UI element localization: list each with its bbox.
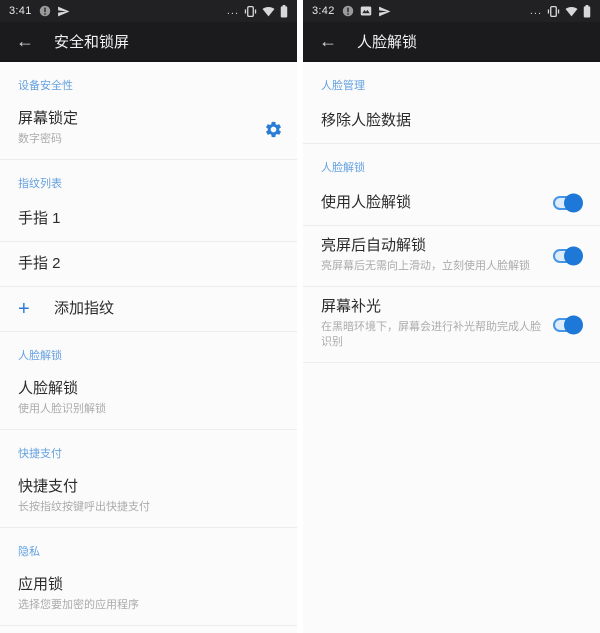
notification-circle-icon	[39, 5, 51, 17]
wifi-icon	[262, 6, 275, 17]
item-subtitle: 长按指纹按键呼出快捷支付	[18, 500, 283, 515]
item-subtitle: 选择您要加密的应用程序	[18, 598, 283, 613]
settings-item[interactable]: 使用人脸解锁	[303, 181, 600, 226]
settings-item[interactable]: 快捷支付长按指纹按键呼出快捷支付	[0, 467, 297, 528]
settings-item[interactable]: 人脸解锁使用人脸识别解锁	[0, 369, 297, 430]
item-title: 人脸解锁	[18, 379, 283, 399]
item-text: 亮屏后自动解锁亮屏幕后无需向上滑动，立刻使用人脸解锁	[321, 226, 545, 286]
toggle-track[interactable]	[553, 196, 582, 210]
item-title: 快捷支付	[18, 477, 283, 497]
section-header: 指纹列表	[0, 160, 297, 197]
item-title: 添加指纹	[54, 299, 283, 319]
section-header: 人脸管理	[303, 62, 600, 99]
item-text: 手指 1	[18, 197, 283, 241]
toggle-track[interactable]	[553, 249, 582, 263]
item-text: 屏幕锁定数字密码	[18, 99, 256, 159]
item-text: 人脸解锁使用人脸识别解锁	[18, 369, 283, 429]
plus-icon: +	[18, 299, 54, 319]
page-title: 安全和锁屏	[54, 31, 129, 52]
vibrate-icon	[547, 5, 560, 18]
item-title: 移除人脸数据	[321, 111, 586, 131]
section-header: 设备管理	[0, 626, 297, 633]
section-header: 人脸解锁	[303, 144, 600, 181]
settings-item[interactable]: 屏幕补光在黑暗环境下，屏幕会进行补光帮助完成人脸识别	[303, 287, 600, 363]
notification-icons	[342, 5, 391, 18]
clock-text: 3:41	[9, 5, 32, 17]
back-arrow-icon[interactable]: ←	[319, 31, 343, 52]
status-bar: 3:41 ...	[0, 0, 297, 22]
toggle-switch[interactable]	[553, 249, 586, 263]
vibrate-icon	[244, 5, 257, 18]
settings-item[interactable]: 亮屏后自动解锁亮屏幕后无需向上滑动，立刻使用人脸解锁	[303, 226, 600, 287]
send-icon	[378, 5, 391, 18]
item-text: 移除人脸数据	[321, 99, 586, 143]
item-title: 亮屏后自动解锁	[321, 236, 545, 256]
item-text: 快捷支付长按指纹按键呼出快捷支付	[18, 467, 283, 527]
section-header: 隐私	[0, 528, 297, 565]
send-icon	[57, 5, 70, 18]
back-arrow-icon[interactable]: ←	[16, 31, 40, 52]
toggle-thumb	[564, 194, 583, 213]
item-text: 屏幕补光在黑暗环境下，屏幕会进行补光帮助完成人脸识别	[321, 287, 545, 362]
notification-icons	[39, 5, 70, 18]
settings-item[interactable]: +添加指纹	[0, 287, 297, 332]
item-title: 屏幕补光	[321, 297, 545, 317]
ellipsis-icon: ...	[530, 7, 542, 15]
item-title: 使用人脸解锁	[321, 193, 545, 213]
screen-face-unlock: 3:42 ... ← 人脸解锁 人脸管理移除人脸数据人脸解锁使用人脸解锁亮屏后自…	[303, 0, 600, 633]
item-text: 应用锁选择您要加密的应用程序	[18, 565, 283, 625]
section-header: 快捷支付	[0, 430, 297, 467]
item-title: 屏幕锁定	[18, 109, 256, 129]
status-bar: 3:42 ...	[303, 0, 600, 22]
clock-text: 3:42	[312, 5, 335, 17]
toggle-thumb	[564, 315, 583, 334]
section-header: 人脸解锁	[0, 332, 297, 369]
screenshot-icon	[360, 5, 372, 17]
item-subtitle: 数字密码	[18, 132, 256, 147]
settings-list: 人脸管理移除人脸数据人脸解锁使用人脸解锁亮屏后自动解锁亮屏幕后无需向上滑动，立刻…	[303, 62, 600, 633]
two-screenshot-composite: 3:41 ... ← 安全和锁屏 设备安全性屏幕锁定数字密码指纹列表手指 1 手指…	[0, 0, 600, 633]
settings-item[interactable]: 应用锁选择您要加密的应用程序	[0, 565, 297, 626]
item-text: 添加指纹	[54, 287, 283, 331]
item-text: 使用人脸解锁	[321, 181, 545, 225]
notification-circle-icon	[342, 5, 354, 17]
section-header: 设备安全性	[0, 62, 297, 99]
system-status-icons: ...	[227, 5, 288, 18]
page-title: 人脸解锁	[357, 31, 417, 52]
wifi-icon	[565, 6, 578, 17]
item-title: 应用锁	[18, 575, 283, 595]
settings-item[interactable]: 手指 1	[0, 197, 297, 242]
toggle-switch[interactable]	[553, 318, 586, 332]
item-subtitle: 使用人脸识别解锁	[18, 402, 283, 417]
item-subtitle: 亮屏幕后无需向上滑动，立刻使用人脸解锁	[321, 259, 545, 274]
toggle-thumb	[564, 247, 583, 266]
settings-item[interactable]: 移除人脸数据	[303, 99, 600, 144]
screen-security-and-lockscreen: 3:41 ... ← 安全和锁屏 设备安全性屏幕锁定数字密码指纹列表手指 1 手指…	[0, 0, 297, 633]
settings-item[interactable]: 屏幕锁定数字密码	[0, 99, 297, 160]
app-bar: ← 人脸解锁	[303, 22, 600, 62]
toggle-track[interactable]	[553, 318, 582, 332]
settings-item[interactable]: 手指 2	[0, 242, 297, 287]
item-title: 手指 2	[18, 254, 283, 274]
system-status-icons: ...	[530, 5, 591, 18]
app-bar: ← 安全和锁屏	[0, 22, 297, 62]
battery-icon	[280, 5, 288, 18]
item-title: 手指 1	[18, 209, 283, 229]
item-text: 手指 2	[18, 242, 283, 286]
ellipsis-icon: ...	[227, 7, 239, 15]
settings-list: 设备安全性屏幕锁定数字密码指纹列表手指 1手指 2+添加指纹人脸解锁人脸解锁使用…	[0, 62, 297, 633]
gear-icon[interactable]	[264, 120, 283, 139]
toggle-switch[interactable]	[553, 196, 586, 210]
battery-icon	[583, 5, 591, 18]
item-subtitle: 在黑暗环境下，屏幕会进行补光帮助完成人脸识别	[321, 320, 545, 350]
